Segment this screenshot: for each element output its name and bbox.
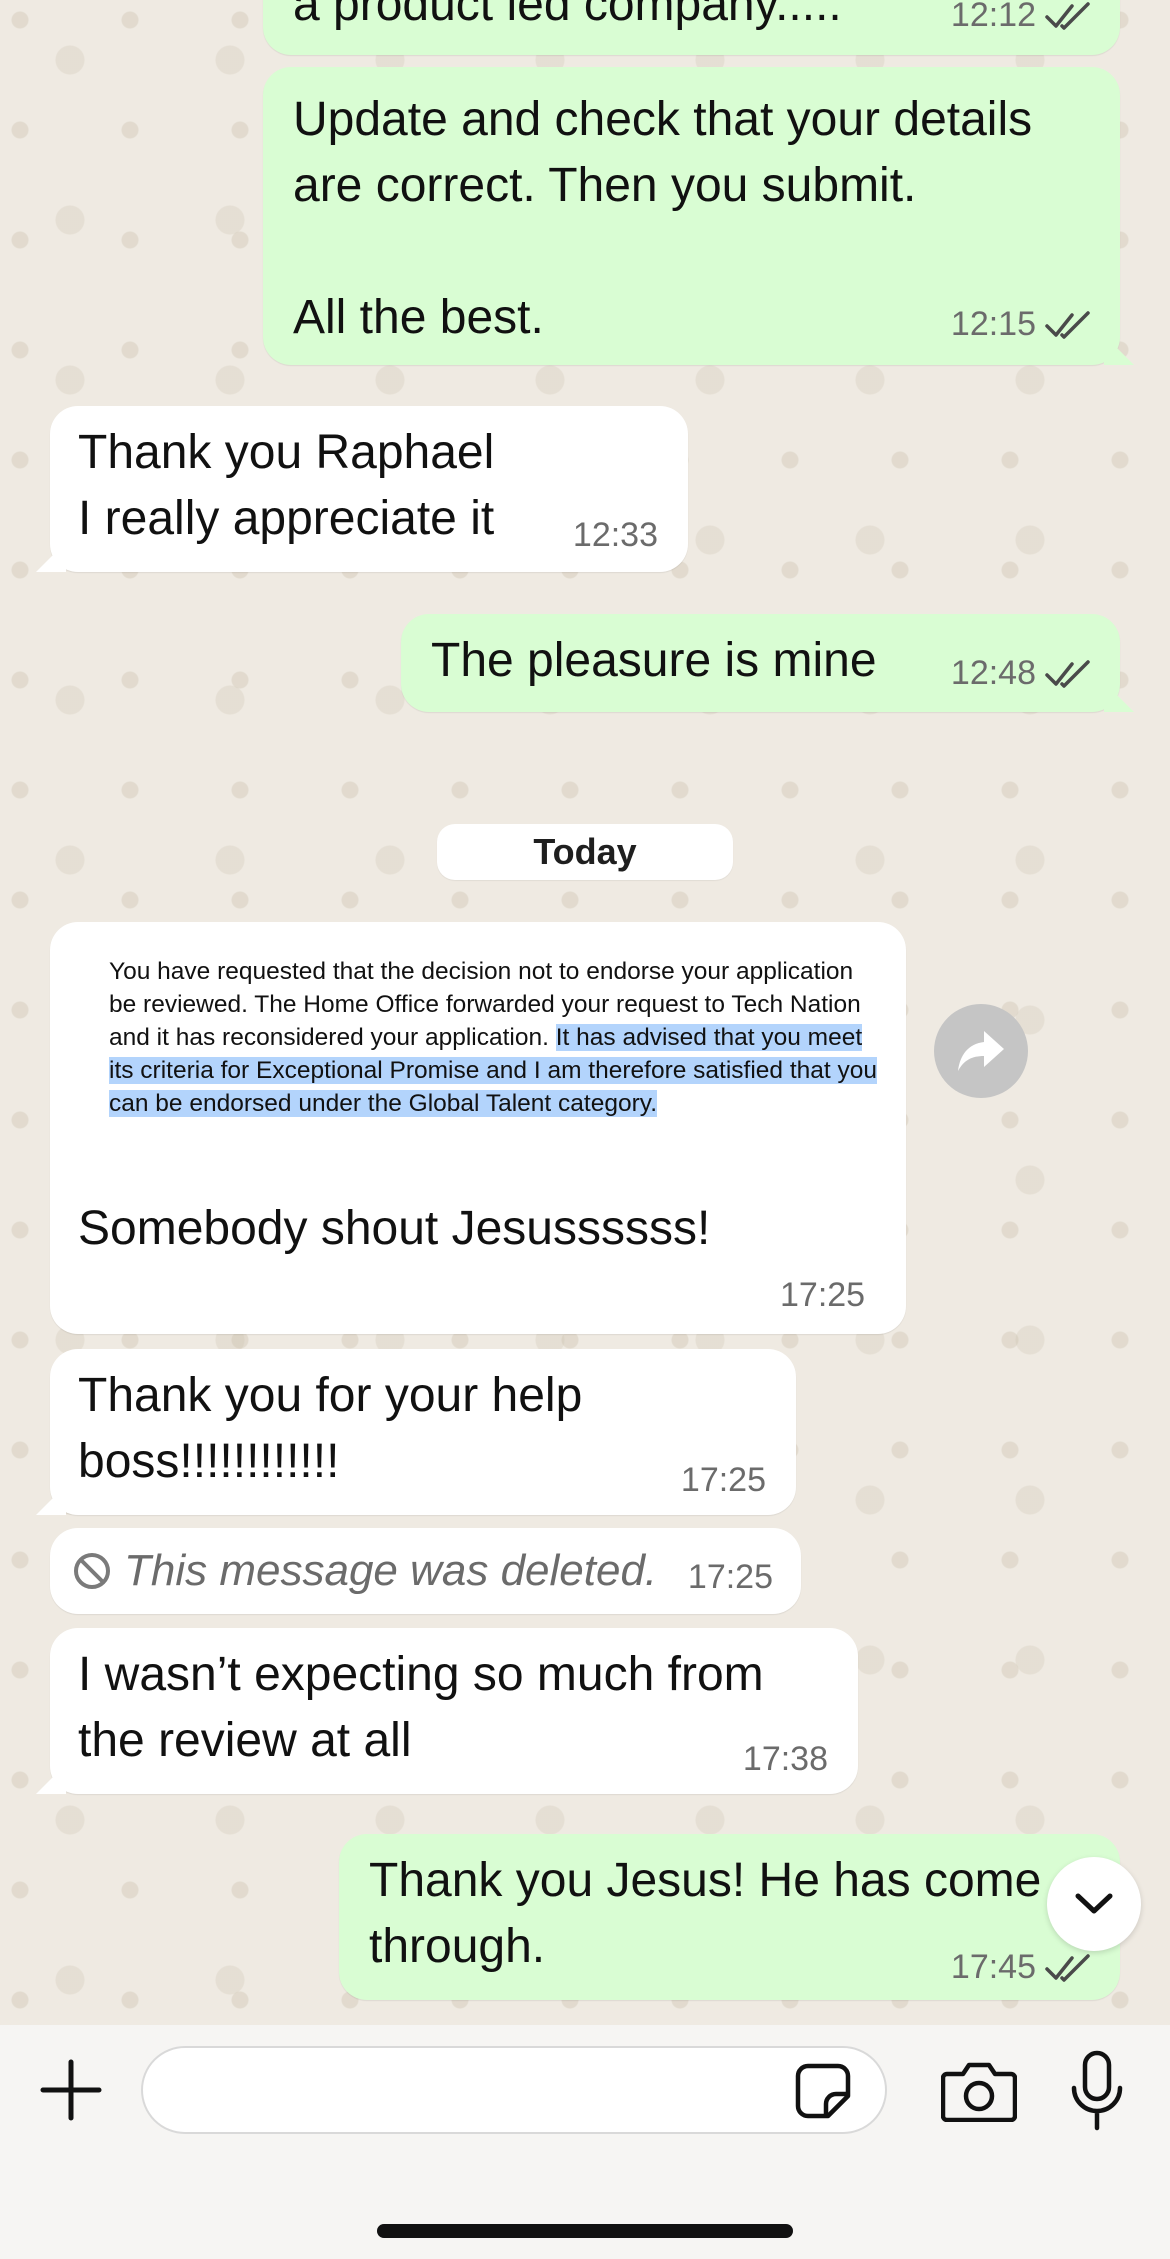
- message-meta: 17:25: [780, 1276, 865, 1315]
- date-separator: Today: [437, 824, 733, 880]
- forward-button[interactable]: [934, 1004, 1028, 1098]
- message-text: Thank you Jesus! He has come through.: [369, 1854, 1042, 1973]
- quoted-document-text: You have requested that the decision not…: [109, 955, 879, 1120]
- message-text: The pleasure is mine: [431, 634, 877, 687]
- message-time: 17:25: [780, 1276, 866, 1314]
- microphone-button[interactable]: [1066, 2048, 1128, 2134]
- message-meta: 17:25: [688, 1558, 773, 1597]
- message-time: 17:45: [950, 1948, 1036, 1986]
- scroll-to-bottom-button[interactable]: [1047, 1857, 1141, 1951]
- forward-icon: [958, 1031, 1004, 1071]
- message-bubble-outgoing[interactable]: The pleasure is mine 12:48: [401, 614, 1120, 712]
- message-meta: 12:48: [951, 654, 1092, 693]
- message-time: 12:33: [572, 516, 658, 554]
- message-time: 12:15: [950, 305, 1036, 343]
- message-input[interactable]: [141, 2046, 887, 2134]
- message-bubble-outgoing[interactable]: Update and check that your details are c…: [263, 67, 1120, 365]
- home-indicator[interactable]: [377, 2224, 793, 2238]
- message-time: 12:48: [950, 654, 1036, 692]
- blocked-icon: [74, 1553, 110, 1589]
- message-bubble-incoming[interactable]: Thank you Raphael I really appreciate it…: [50, 406, 688, 572]
- deleted-message-text: This message was deleted.: [124, 1546, 658, 1595]
- sticker-button[interactable]: [790, 2058, 856, 2124]
- attach-button[interactable]: [36, 2050, 106, 2130]
- camera-icon: [941, 2062, 1017, 2122]
- double-check-icon: [1045, 310, 1090, 339]
- message-text: Thank you Raphael I really appreciate it: [78, 426, 495, 545]
- message-text: I wasn’t expecting so much from the revi…: [78, 1648, 764, 1767]
- message-bubble-incoming[interactable]: Thank you for your help boss!!!!!!!!!!!!…: [50, 1349, 796, 1515]
- double-check-icon: [1045, 659, 1090, 688]
- message-bubble-incoming[interactable]: I wasn’t expecting so much from the revi…: [50, 1628, 858, 1794]
- message-meta: 17:38: [743, 1740, 828, 1779]
- double-check-icon: [1045, 1953, 1090, 1982]
- camera-button[interactable]: [938, 2054, 1020, 2128]
- message-text: Somebody shout Jesussssss!: [78, 1202, 711, 1255]
- message-time: 17:38: [742, 1740, 828, 1778]
- chevron-down-icon: [1075, 1893, 1113, 1914]
- message-bubble-outgoing[interactable]: a product led company..... 12:12: [263, 0, 1120, 55]
- double-check-icon: [1045, 1, 1090, 30]
- message-time: 17:25: [680, 1461, 766, 1499]
- message-meta: 17:25: [681, 1461, 766, 1500]
- message-meta: 17:45: [951, 1948, 1092, 1987]
- message-meta: 12:15: [951, 305, 1092, 344]
- message-meta: 12:12: [951, 0, 1092, 35]
- microphone-icon: [1071, 2050, 1123, 2131]
- message-text: Thank you for your help boss!!!!!!!!!!!!: [78, 1369, 583, 1488]
- sticker-icon: [795, 2063, 851, 2119]
- message-bubble-outgoing[interactable]: Thank you Jesus! He has come through. 17…: [339, 1834, 1120, 2000]
- message-text: Update and check that your details are c…: [293, 93, 1033, 344]
- chat-area[interactable]: a product led company..... 12:12 Update …: [0, 0, 1170, 2025]
- message-text: a product led company.....: [293, 0, 842, 31]
- message-time: 12:12: [950, 0, 1036, 34]
- message-time: 17:25: [687, 1558, 773, 1596]
- message-meta: 12:33: [573, 516, 658, 555]
- message-bubble-deleted[interactable]: This message was deleted. 17:25: [50, 1528, 801, 1614]
- plus-icon: [40, 2059, 102, 2121]
